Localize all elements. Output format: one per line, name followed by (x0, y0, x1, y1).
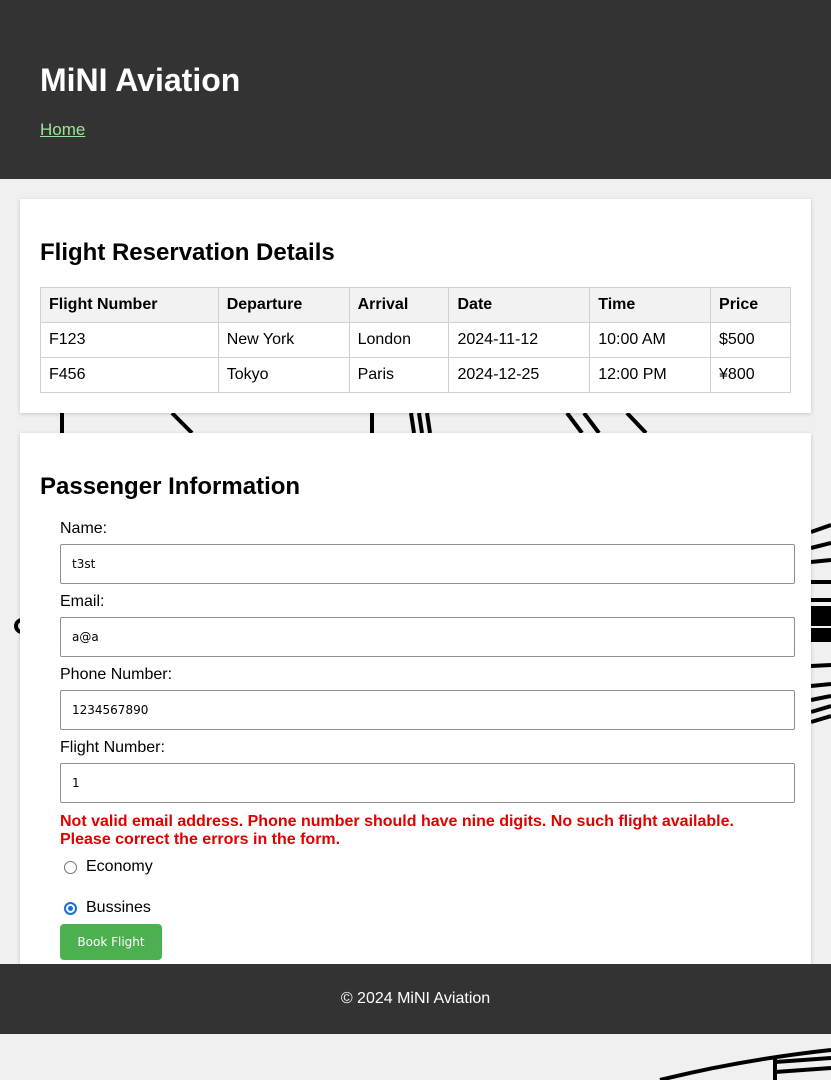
economy-radio[interactable] (64, 860, 77, 874)
cell-departure: New York (217, 322, 350, 358)
email-label: Email: (60, 593, 105, 610)
cell-price: $500 (710, 322, 791, 358)
passenger-form-panel: Passenger Information Name: Email: Phone… (20, 433, 811, 964)
cell-flight-number: F123 (40, 322, 219, 358)
column-header-price: Price (710, 287, 791, 323)
flight-details-panel: Flight Reservation Details Flight Number… (20, 199, 811, 413)
column-header-flight-number: Flight Number (40, 287, 219, 323)
footer-copyright: © 2024 MiNI Aviation (340, 990, 491, 1007)
cell-time: 10:00 AM (589, 322, 712, 358)
name-label: Name: (60, 520, 108, 537)
site-footer: © 2024 MiNI Aviation (0, 964, 831, 1034)
flight-number-label: Flight Number: (60, 739, 165, 756)
cell-arrival: London (348, 322, 450, 358)
cell-flight-number: F456 (40, 357, 219, 393)
phone-field[interactable] (60, 690, 795, 730)
column-header-arrival: Arrival (348, 287, 450, 323)
cell-date: 2024-12-25 (448, 357, 591, 393)
book-flight-button[interactable]: Book Flight (60, 924, 162, 960)
class-option-business[interactable]: Bussines (64, 899, 151, 917)
cell-departure: Tokyo (217, 357, 350, 393)
economy-label: Economy (86, 858, 153, 875)
table-row: F456 Tokyo Paris 2024-12-25 12:00 PM ¥80… (40, 357, 791, 393)
flights-table: Flight Number Departure Arrival Date Tim… (40, 287, 791, 393)
passenger-heading: Passenger Information (40, 473, 301, 500)
column-header-time: Time (589, 287, 712, 323)
business-label: Bussines (86, 899, 151, 916)
phone-label: Phone Number: (60, 666, 173, 683)
table-header-row: Flight Number Departure Arrival Date Tim… (40, 287, 791, 323)
business-radio[interactable] (64, 901, 77, 915)
cell-date: 2024-11-12 (448, 322, 591, 358)
email-field[interactable] (60, 617, 795, 657)
name-field[interactable] (60, 544, 795, 584)
cell-arrival: Paris (348, 357, 450, 393)
site-header: MiNI Aviation Home (0, 0, 831, 179)
nav-home-link[interactable]: Home (40, 120, 85, 140)
column-header-date: Date (448, 287, 591, 323)
site-title: MiNI Aviation (40, 62, 241, 98)
form-error-message: Not valid email address. Phone number sh… (60, 813, 734, 848)
table-row: F123 New York London 2024-11-12 10:00 AM… (40, 322, 791, 358)
column-header-departure: Departure (217, 287, 350, 323)
flight-number-field[interactable] (60, 763, 795, 803)
cell-time: 12:00 PM (589, 357, 712, 393)
class-option-economy[interactable]: Economy (64, 858, 153, 876)
cell-price: ¥800 (710, 357, 791, 393)
flight-details-heading: Flight Reservation Details (40, 239, 335, 266)
